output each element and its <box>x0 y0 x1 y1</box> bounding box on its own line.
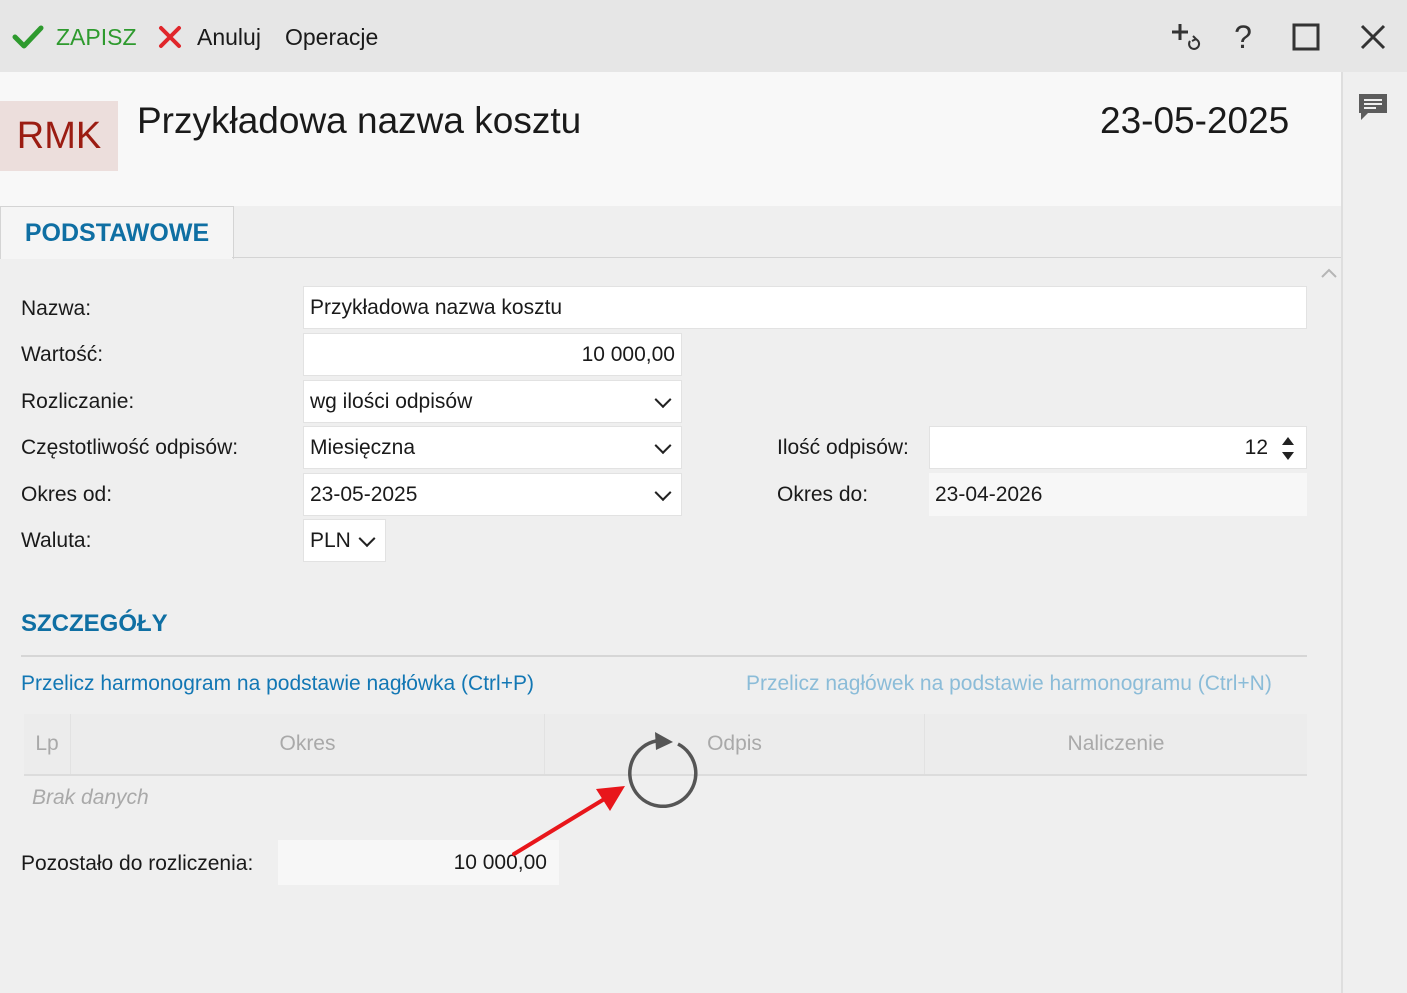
pointer-arrow-icon <box>508 776 634 865</box>
currency-label: Waluta: <box>21 529 92 552</box>
column-header-lp[interactable]: Lp <box>24 714 71 774</box>
help-icon[interactable]: ? <box>1224 18 1262 56</box>
value-input[interactable]: 10 000,00 <box>303 333 682 376</box>
tab-divider <box>232 257 1341 258</box>
value-value: 10 000,00 <box>581 342 675 366</box>
operations-label: Operacje <box>285 23 379 50</box>
value-label: Wartość: <box>21 343 104 366</box>
name-value: Przykładowa nazwa kosztu <box>310 295 563 319</box>
decrement-arrow-icon[interactable] <box>1282 452 1294 460</box>
cancel-label: Anuluj <box>197 23 261 50</box>
save-button[interactable]: ZAPISZ <box>12 20 137 54</box>
settlement-select[interactable]: wg ilości odpisów <box>303 380 682 423</box>
settlement-value: wg ilości odpisów <box>310 389 473 413</box>
chevron-down-icon <box>654 390 672 408</box>
name-label: Nazwa: <box>21 297 92 320</box>
right-rail <box>1341 72 1407 993</box>
column-header-okres[interactable]: Okres <box>71 714 545 774</box>
details-section-title: SZCZEGÓŁY <box>21 610 168 637</box>
chevron-down-icon <box>654 436 672 454</box>
collapse-chevron-icon[interactable] <box>1320 266 1338 284</box>
period-from-label: Okres od: <box>21 483 113 506</box>
close-icon[interactable] <box>1354 18 1392 56</box>
save-label: ZAPISZ <box>56 23 137 50</box>
page-title: Przykładowa nazwa kosztu <box>137 100 582 141</box>
currency-value: PLN <box>310 528 351 552</box>
cross-icon <box>159 26 181 48</box>
remaining-label: Pozostało do rozliczenia: <box>21 852 254 875</box>
empty-grid-message: Brak danych <box>32 786 149 809</box>
document-date: 23-05-2025 <box>1100 100 1290 141</box>
period-to-label: Okres do: <box>777 483 869 506</box>
recalc-header-link[interactable]: Przelicz nagłówek na podstawie harmonogr… <box>746 672 1272 696</box>
section-divider <box>21 655 1307 657</box>
count-value: 12 <box>1244 435 1268 459</box>
column-header-odpis[interactable]: Odpis <box>545 714 925 774</box>
count-stepper[interactable]: 12 <box>929 426 1307 469</box>
chevron-down-icon <box>654 483 672 501</box>
count-label: Ilość odpisów: <box>777 436 909 459</box>
recalc-schedule-link[interactable]: Przelicz harmonogram na podstawie nagłów… <box>21 672 534 696</box>
cancel-button[interactable]: Anuluj <box>157 20 261 54</box>
frequency-select[interactable]: Miesięczna <box>303 426 682 469</box>
tab-podstawowe[interactable]: PODSTAWOWE <box>0 206 234 259</box>
currency-select[interactable]: PLN <box>303 519 386 562</box>
name-input[interactable]: Przykładowa nazwa kosztu <box>303 286 1307 329</box>
period-to-value: 23-04-2026 <box>935 482 1043 506</box>
period-from-value: 23-05-2025 <box>310 482 418 506</box>
column-header-naliczenie[interactable]: Naliczenie <box>925 714 1307 774</box>
comment-icon[interactable] <box>1356 91 1390 128</box>
maximize-icon[interactable] <box>1287 18 1325 56</box>
settlement-label: Rozliczanie: <box>21 390 135 413</box>
refresh-icon[interactable] <box>626 728 706 815</box>
document-type-badge: RMK <box>0 101 118 171</box>
period-from-select[interactable]: 23-05-2025 <box>303 473 682 516</box>
checkmark-icon <box>12 25 44 49</box>
increment-arrow-icon[interactable] <box>1282 437 1294 445</box>
chevron-down-icon <box>358 529 376 547</box>
add-refresh-icon[interactable] <box>1166 18 1204 56</box>
frequency-value: Miesięczna <box>310 435 416 459</box>
frequency-label: Częstotliwość odpisów: <box>21 436 239 459</box>
period-to-field: 23-04-2026 <box>929 473 1307 516</box>
operations-menu[interactable]: Operacje <box>285 20 378 54</box>
